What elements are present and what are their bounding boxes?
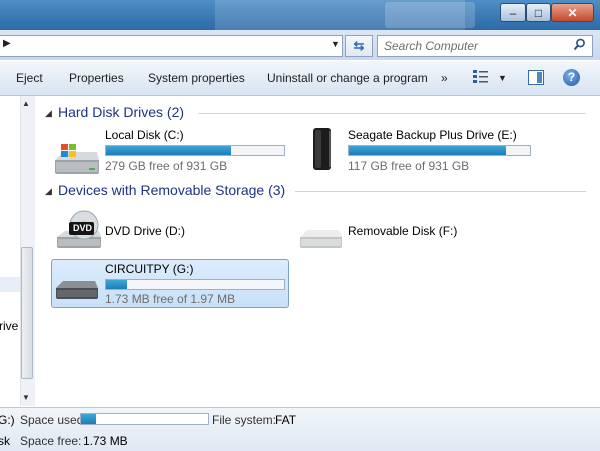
group-divider [198, 113, 586, 114]
change-view-icon[interactable] [473, 70, 489, 84]
properties-button[interactable]: Properties [69, 71, 124, 85]
drive-c-capacity-fill [106, 146, 231, 155]
drive-name-f[interactable]: Removable Disk (F:) [348, 224, 457, 238]
search-placeholder: Search Computer [384, 39, 479, 53]
dvd-drive-icon[interactable]: DVD [55, 209, 103, 249]
group-header-removable-storage[interactable]: Devices with Removable Storage (3) [58, 182, 285, 198]
address-history-dropdown-icon[interactable]: ▼ [331, 39, 340, 49]
breadcrumb-arrow-icon[interactable]: ▶ [3, 38, 11, 49]
group-divider [295, 191, 586, 192]
details-drive-type: sk [0, 434, 10, 448]
preview-pane-icon[interactable] [528, 70, 544, 85]
collapse-group-icon[interactable]: ◢ [45, 186, 52, 197]
drive-name-g[interactable]: CIRCUITPY (G:) [105, 262, 193, 276]
uninstall-program-button[interactable]: Uninstall or change a program [267, 71, 428, 85]
space-used-fill [81, 414, 97, 424]
file-system-value: FAT [275, 413, 297, 427]
drive-g-capacity-fill [106, 280, 128, 289]
space-used-bar [80, 413, 209, 425]
drive-c-capacity-bar [105, 145, 285, 156]
view-options-dropdown-icon[interactable]: ▼ [498, 73, 507, 83]
nav-item-drive[interactable]: rive [0, 319, 18, 333]
removable-drive-icon[interactable] [54, 278, 100, 300]
drive-e-free-space: 117 GB free of 931 GB [348, 159, 470, 173]
refresh-icon: ⇆ [353, 38, 365, 53]
drive-e-capacity-fill [349, 146, 507, 155]
collapse-group-icon[interactable]: ◢ [45, 108, 52, 119]
toolbar-overflow-button[interactable]: » [441, 71, 448, 85]
eject-button[interactable]: Eject [16, 71, 43, 85]
help-button[interactable]: ? [563, 69, 580, 86]
drive-g-free-space: 1.73 MB free of 1.97 MB [105, 292, 236, 306]
file-system-label: File system: [212, 413, 277, 427]
space-free-value: 1.73 MB [83, 434, 128, 448]
title-bar-glass-highlight [385, 2, 475, 28]
space-used-label: Space used: [20, 413, 87, 427]
dvd-icon-label: DVD [73, 223, 93, 233]
removable-disk-icon[interactable] [298, 227, 344, 249]
drive-c-free-space: 279 GB free of 931 GB [105, 159, 228, 173]
scroll-up-arrow-icon[interactable]: ▲ [22, 99, 30, 108]
drive-name-c[interactable]: Local Disk (C:) [105, 128, 184, 142]
drive-name-e[interactable]: Seagate Backup Plus Drive (E:) [348, 128, 517, 142]
drive-name-d[interactable]: DVD Drive (D:) [105, 224, 185, 238]
system-properties-button[interactable]: System properties [148, 71, 245, 85]
group-header-hard-disk-drives[interactable]: Hard Disk Drives (2) [58, 104, 184, 120]
details-drive-name: G:) [0, 413, 15, 427]
refresh-button[interactable]: ⇆ [345, 35, 373, 57]
space-free-label: Space free: [20, 434, 82, 448]
nav-pane-highlight [0, 277, 20, 292]
minimize-button[interactable]: – [500, 3, 526, 22]
drive-g-capacity-bar [105, 279, 285, 290]
maximize-button[interactable]: □ [526, 3, 551, 22]
drive-e-capacity-bar [348, 145, 531, 156]
search-icon[interactable] [573, 38, 586, 54]
title-bar: – □ ✕ [0, 0, 600, 30]
content-scroll-edge [588, 96, 600, 406]
scroll-down-arrow-icon[interactable]: ▼ [22, 393, 30, 402]
nav-scrollbar-thumb[interactable] [21, 247, 33, 379]
external-hard-drive-icon[interactable] [309, 127, 335, 171]
close-button[interactable]: ✕ [551, 3, 594, 22]
windows-hard-drive-icon[interactable] [53, 138, 101, 176]
address-input[interactable] [0, 35, 343, 57]
